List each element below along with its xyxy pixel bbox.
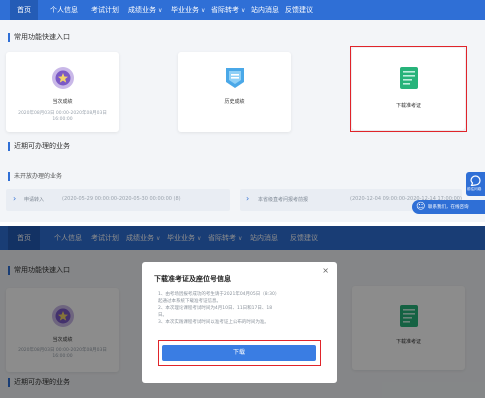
nav-item-feedback[interactable]: 反馈建议 — [285, 0, 313, 20]
dialog-text-line: 起通过本系统下载准考证信息。 — [158, 299, 221, 304]
arrow-right-icon: › — [246, 194, 250, 203]
screenshot-top: 首页 个人信息 考试计划 成绩业务 ∨ 毕业业务 ∨ 省际转考 ∨ 站内消息 反馈建议… — [0, 0, 485, 222]
section-title-not-open: 未开放办理的业务 — [8, 172, 62, 181]
survey-float-label: 前往问卷 — [467, 187, 482, 191]
nav-item-exam-plan[interactable]: 考试计划 — [91, 0, 119, 20]
dialog-text-line: 2、本次理论课程考试时间为4月10日、11日和17日、18 — [158, 306, 273, 311]
dialog-text-line: 3、本次实践课程考试时间以准考证上公布的时间为准。 — [158, 320, 269, 325]
dialog-text-line: 1、由考场因报考成功的考生请于2021年04月05日（8:30） — [158, 292, 280, 297]
arrow-right-icon: › — [13, 194, 17, 203]
contact-float-label: 联系我们，在线咨询 — [428, 205, 469, 210]
highlight-box — [158, 340, 321, 366]
nav-item-score[interactable]: 成绩业务 ∨ — [128, 0, 162, 20]
screenshot-bottom: 首页 个人信息 考试计划 成绩业务 ∨ 毕业业务 ∨ 省际转考 ∨ 站内消息 反馈建议… — [0, 226, 485, 398]
highlight-box — [350, 46, 467, 132]
notice-label: 申请转入 — [24, 197, 45, 203]
shield-badge-icon — [226, 68, 244, 88]
notice-time: (2020-05-29 00:00:00-2020-05-30 00:00:00… — [62, 196, 181, 202]
dialog-text-line: 日。 — [158, 313, 167, 318]
card-history-score[interactable]: 历史成绩 — [178, 52, 291, 132]
nav-item-score-label: 成绩业务 — [128, 6, 156, 14]
smile-icon: ☺ — [416, 202, 426, 212]
top-nav-bar: 首页 个人信息 考试计划 成绩业务 ∨ 毕业业务 ∨ 省际转考 ∨ 站内消息 反馈建议 — [0, 0, 485, 20]
nav-item-transfer[interactable]: 省际转考 ∨ — [211, 0, 245, 20]
card-current-score[interactable]: 当次成绩 2020年08月03日 00:00-2020年08月03日 16:00… — [6, 52, 119, 132]
nav-item-messages[interactable]: 站内消息 — [251, 0, 279, 20]
section-title-quick-entry: 常用功能快速入口 — [8, 33, 70, 42]
chevron-down-icon: ∨ — [201, 7, 206, 14]
card-label: 当次成绩 — [52, 99, 73, 105]
chevron-down-icon: ∨ — [158, 7, 163, 14]
card-label: 历史成绩 — [224, 99, 245, 105]
contact-float-button[interactable]: ☺ 联系我们，在线咨询 — [412, 200, 485, 214]
nav-item-graduation[interactable]: 毕业业务 ∨ — [171, 0, 205, 20]
survey-float-button[interactable]: 前往问卷 — [466, 172, 485, 196]
chevron-down-icon: ∨ — [241, 7, 246, 14]
dialog-title: 下载准考证及座位号信息 — [154, 275, 231, 283]
nav-item-profile[interactable]: 个人信息 — [50, 0, 78, 20]
notice-label: 本省级直考问报考前报 — [258, 197, 309, 203]
card-time: 2020年08月03日 00:00-2020年08月03日 16:00:00 — [18, 111, 107, 122]
download-dialog: 下载准考证及座位号信息 × 1、由考场因报考成功的考生请于2021年04月05日… — [142, 262, 337, 383]
nav-item-transfer-label: 省际转考 — [211, 6, 239, 14]
chat-icon — [470, 175, 481, 186]
close-icon[interactable]: × — [322, 266, 329, 275]
nav-item-graduation-label: 毕业业务 — [171, 6, 199, 14]
nav-item-home[interactable]: 首页 — [10, 0, 38, 20]
section-title-recent: 近期可办理的业务 — [8, 142, 70, 151]
notice-item[interactable]: › 申请转入 (2020-05-29 00:00:00-2020-05-30 0… — [6, 189, 230, 211]
medal-icon — [52, 67, 74, 89]
